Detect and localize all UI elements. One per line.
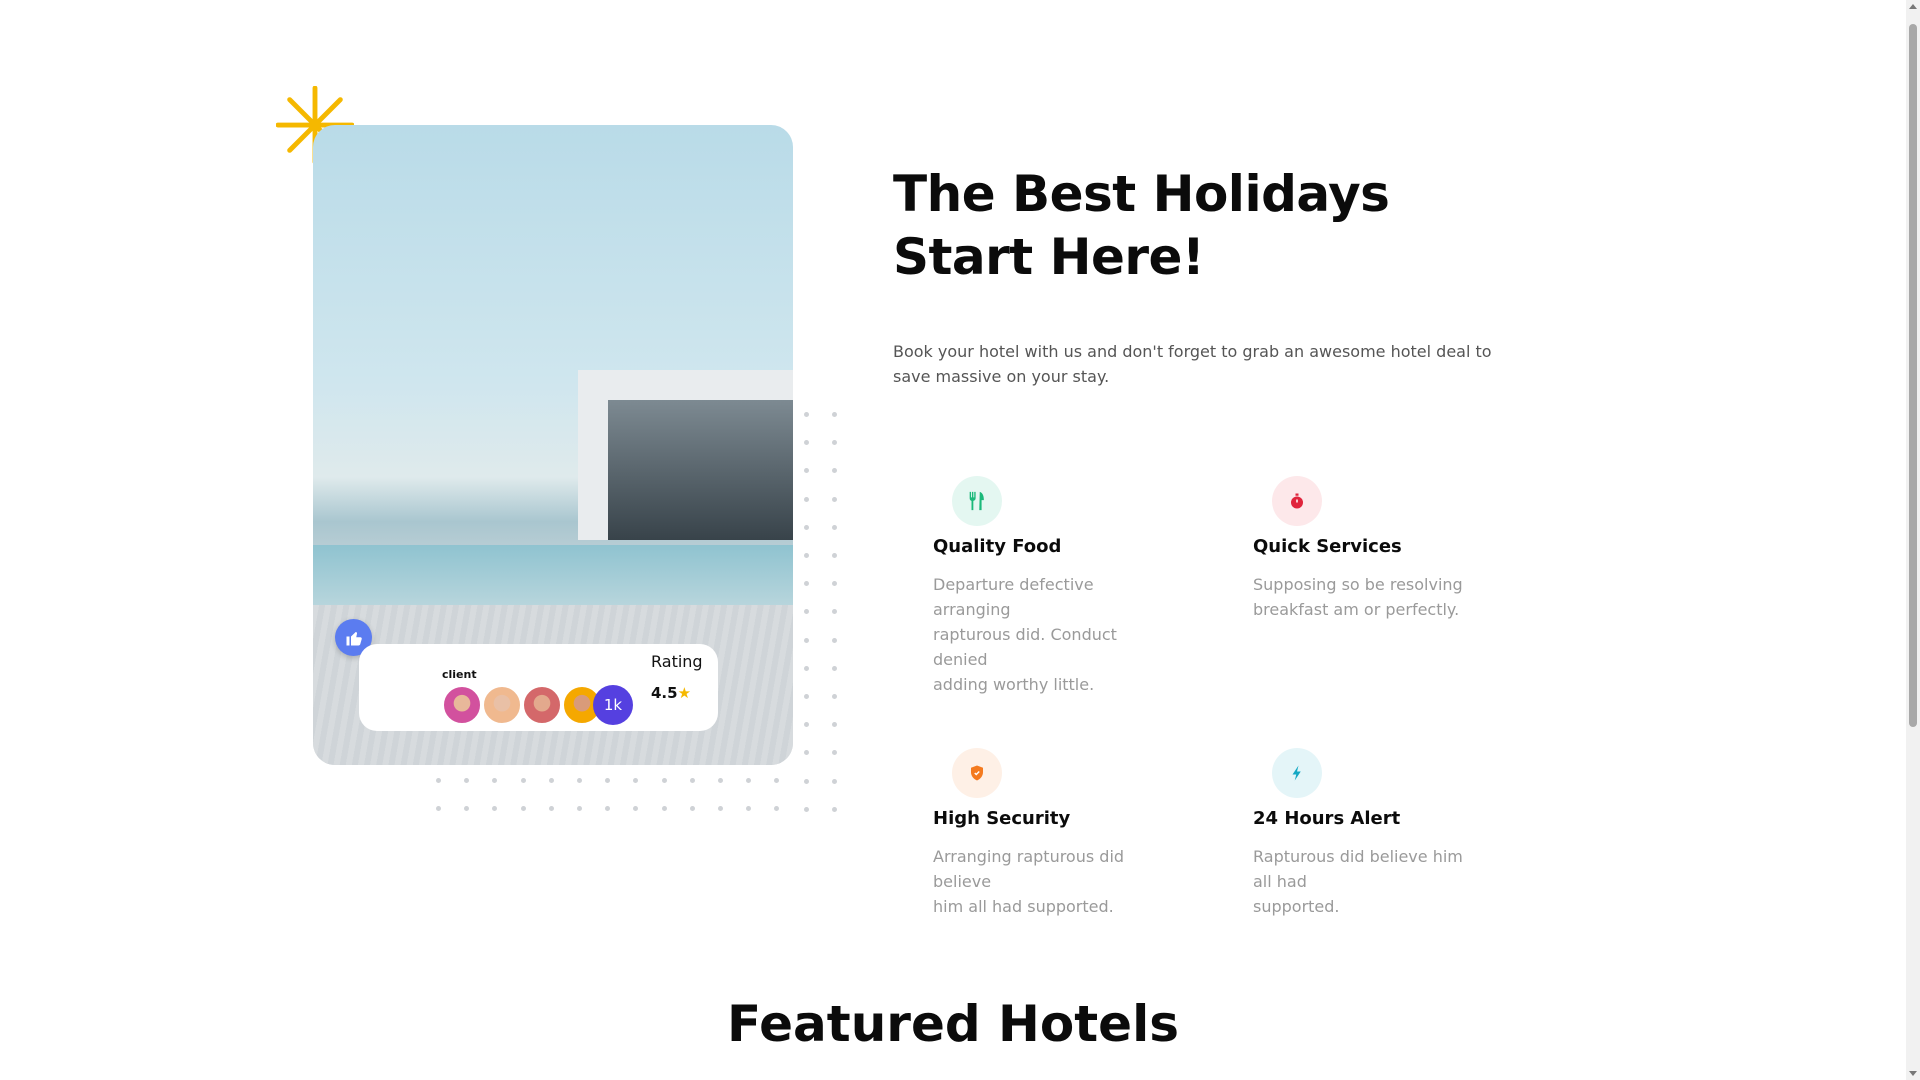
- pattern-dot: [804, 524, 809, 530]
- pattern-dot: [832, 665, 837, 671]
- pattern-dot: [520, 778, 526, 783]
- pattern-dot: [577, 778, 582, 783]
- pattern-dot: [804, 553, 809, 558]
- scroll-up-icon[interactable]: [1909, 4, 1917, 9]
- feature-title: Quick Services: [1253, 536, 1402, 557]
- pattern-dot: [804, 778, 809, 784]
- pattern-dot: [718, 778, 723, 783]
- pattern-dot: [832, 694, 837, 699]
- pattern-dot: [689, 778, 695, 783]
- feature-title: High Security: [933, 808, 1071, 829]
- pattern-dot: [464, 778, 470, 783]
- pattern-dot: [832, 468, 837, 474]
- pattern-dot: [804, 806, 809, 812]
- feature-title: 24 Hours Alert: [1253, 808, 1401, 829]
- pattern-dot: [832, 778, 837, 784]
- scroll-down-icon[interactable]: [1909, 1071, 1917, 1076]
- pattern-dot: [633, 778, 639, 783]
- pattern-dot: [804, 412, 809, 417]
- scrollbar-thumb[interactable]: [1909, 24, 1917, 727]
- feature-title: Quality Food: [933, 536, 1062, 557]
- pattern-dot: [832, 637, 837, 643]
- pattern-dot: [804, 609, 809, 615]
- pattern-dot: [832, 750, 837, 756]
- fork-knife-icon: [952, 476, 1002, 526]
- pattern-dot: [746, 778, 752, 783]
- pattern-dot: [436, 778, 441, 783]
- star-icon: ★: [677, 684, 692, 702]
- pattern-dot: [804, 722, 809, 728]
- client-avatar: [482, 685, 522, 725]
- client-avatar: [522, 685, 562, 725]
- pattern-dot: [492, 806, 498, 811]
- pattern-dot: [804, 637, 809, 643]
- lightning-icon: [1272, 748, 1322, 798]
- pattern-dot: [520, 806, 526, 811]
- pattern-dot: [832, 722, 837, 728]
- pattern-dot: [492, 778, 498, 783]
- more-clients-badge: 1k: [593, 685, 633, 725]
- feature-description: Arranging rapturous did believe him all …: [933, 847, 1125, 916]
- pattern-dot: [633, 806, 639, 811]
- pattern-dot: [832, 440, 837, 446]
- pattern-dot: [605, 806, 611, 811]
- pattern-dot: [774, 778, 780, 783]
- client-avatar: [442, 685, 482, 725]
- pattern-dot: [832, 806, 837, 812]
- pattern-dot: [832, 496, 837, 502]
- pattern-dot: [804, 581, 809, 587]
- stopwatch-icon: [1272, 476, 1322, 526]
- pattern-dot: [804, 468, 809, 474]
- pattern-dot: [464, 806, 470, 811]
- pattern-dot: [689, 806, 695, 811]
- title-line-2: Start Here!: [893, 228, 1205, 286]
- rating-card: client 1k Rating 4.5★: [359, 644, 718, 731]
- feature-description: Departure defective arranging rapturous …: [933, 575, 1117, 694]
- rating-label: Rating: [651, 652, 703, 671]
- scrollbar[interactable]: [1906, 0, 1920, 1080]
- pattern-dot: [548, 806, 554, 811]
- pattern-dot: [804, 496, 809, 502]
- pattern-dot: [661, 778, 667, 783]
- intro-text: Book your hotel with us and don't forget…: [893, 342, 1492, 386]
- pattern-dot: [832, 609, 837, 615]
- pattern-dot: [804, 694, 809, 699]
- page-title: The Best Holidays Start Here!: [893, 163, 1493, 289]
- featured-hotels-heading: Featured Hotels: [727, 995, 1179, 1053]
- pattern-dot: [436, 806, 441, 811]
- pattern-dot: [804, 665, 809, 671]
- feature-description: Rapturous did believe him all had suppor…: [1253, 847, 1463, 916]
- pattern-dot: [804, 750, 809, 756]
- pattern-dot: [746, 806, 752, 811]
- pattern-dot: [832, 581, 837, 587]
- title-line-1: The Best Holidays: [893, 165, 1390, 223]
- feature-description: Supposing so be resolving breakfast am o…: [1253, 575, 1463, 619]
- pattern-dot: [577, 806, 582, 811]
- pattern-dot: [605, 778, 611, 783]
- pattern-dot: [832, 524, 837, 530]
- rating-value: 4.5★: [651, 684, 691, 702]
- pattern-dot: [718, 806, 723, 811]
- pattern-dot: [661, 806, 667, 811]
- pattern-dot: [832, 412, 837, 417]
- pattern-dot: [548, 778, 554, 783]
- pattern-dot: [774, 806, 780, 811]
- pattern-dot: [832, 553, 837, 558]
- rating-number: 4.5: [651, 684, 678, 702]
- shield-icon: [952, 748, 1002, 798]
- client-label: client: [442, 668, 477, 681]
- pattern-dot: [804, 440, 809, 446]
